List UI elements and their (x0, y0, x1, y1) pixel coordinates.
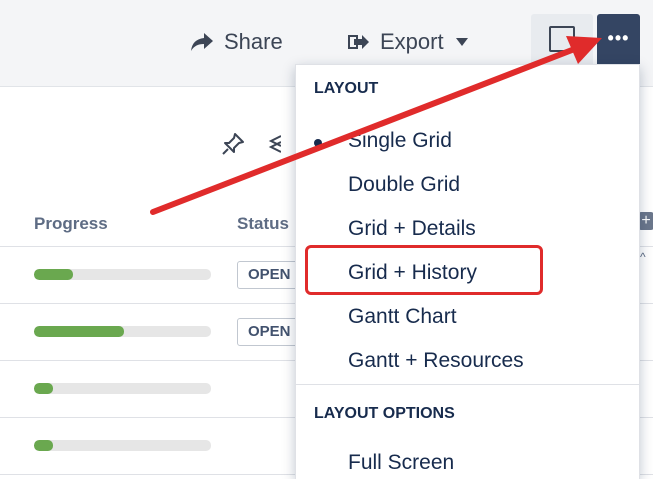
progress-bar (34, 326, 211, 337)
export-button[interactable]: Export (348, 22, 478, 62)
menu-heading-layout: LAYOUT (314, 80, 379, 97)
status-badge[interactable]: OPEN (237, 318, 302, 346)
menu-item-gantt-resources[interactable]: Gantt + Resources (348, 349, 524, 373)
menu-heading-layout-options: LAYOUT OPTIONS (314, 405, 455, 422)
progress-bar (34, 383, 211, 394)
share-label: Share (224, 29, 283, 54)
layers-icon[interactable] (267, 132, 281, 156)
more-options-button[interactable]: ••• (597, 14, 640, 70)
square-icon (549, 26, 575, 52)
progress-bar (34, 269, 211, 280)
ellipsis-icon: ••• (607, 27, 630, 48)
progress-bar-fill (34, 269, 73, 280)
menu-item-double-grid[interactable]: Double Grid (348, 173, 460, 197)
annotation-highlight-box (305, 245, 543, 295)
status-badge[interactable]: OPEN (237, 261, 302, 289)
export-icon (348, 35, 369, 49)
share-button[interactable]: Share (190, 22, 283, 62)
column-header-status[interactable]: Status (237, 214, 289, 234)
view-mode-button[interactable] (531, 14, 593, 70)
menu-item-grid-details[interactable]: Grid + Details (348, 217, 476, 241)
add-column-icon[interactable]: + (638, 212, 653, 230)
share-arrow-icon (191, 33, 213, 51)
menu-item-single-grid[interactable]: Single Grid (348, 129, 452, 153)
progress-bar-fill (34, 383, 54, 394)
progress-bar (34, 440, 211, 451)
caret-down-icon (455, 38, 468, 46)
progress-bar-fill (34, 440, 54, 451)
export-label: Export (380, 29, 444, 54)
menu-item-full-screen[interactable]: Full Screen (348, 451, 454, 475)
column-header-progress[interactable]: Progress (34, 214, 108, 234)
progress-bar-fill (34, 326, 125, 337)
selected-bullet-icon (314, 139, 322, 147)
pin-icon[interactable] (221, 132, 245, 156)
menu-item-gantt-chart[interactable]: Gantt Chart (348, 305, 457, 329)
menu-divider (296, 384, 639, 385)
